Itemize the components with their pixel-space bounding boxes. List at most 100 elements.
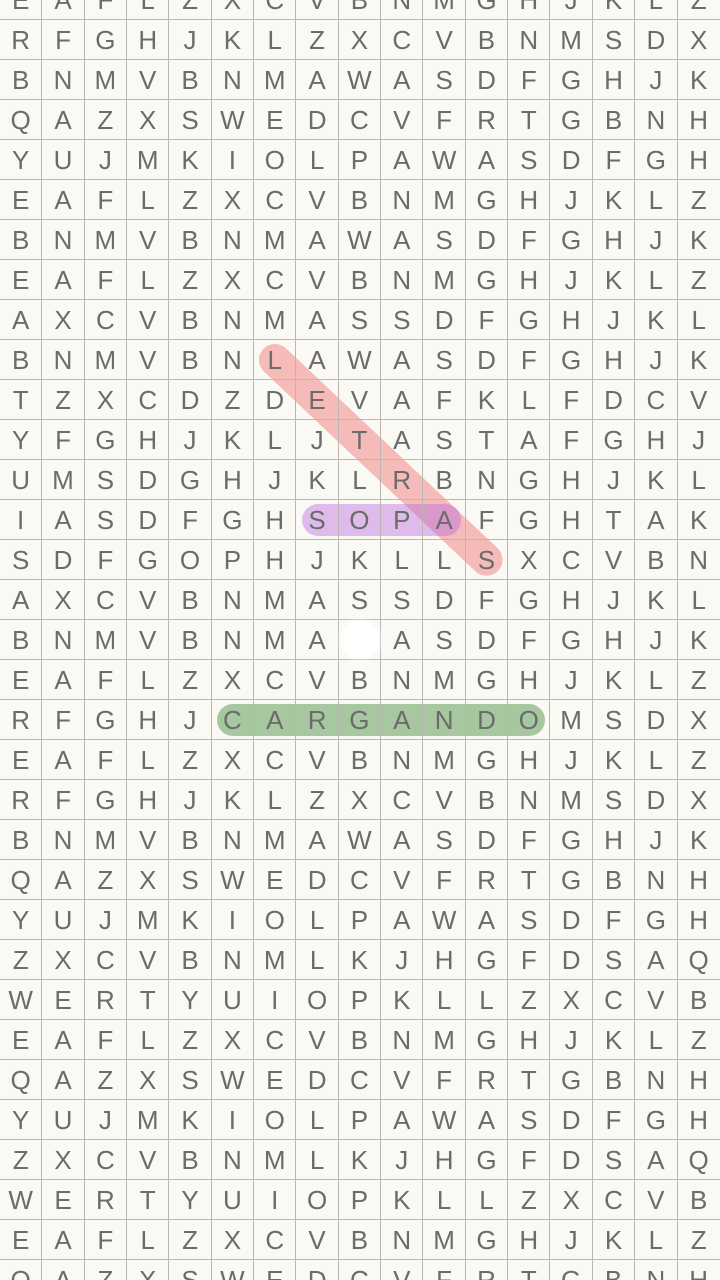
letter-cell[interactable]: X (211, 660, 255, 700)
word-search-board[interactable]: EAFLZXCVBNMGHJKLZRFGHJKLZXCVBNMSDXBNMVBN… (0, 0, 720, 1280)
letter-cell[interactable]: C (84, 940, 128, 980)
letter-cell[interactable]: F (508, 60, 551, 100)
letter-cell[interactable]: D (127, 500, 170, 540)
letter-cell[interactable]: A (0, 300, 43, 340)
letter-cell[interactable]: L (677, 460, 720, 500)
letter-cell[interactable]: H (508, 740, 551, 780)
letter-cell[interactable]: N (465, 460, 509, 500)
letter-cell[interactable]: A (42, 1220, 85, 1260)
letter-cell[interactable]: E (42, 980, 85, 1020)
letter-cell[interactable]: M (550, 700, 593, 740)
letter-cell[interactable]: N (211, 220, 255, 260)
letter-cell[interactable]: S (84, 500, 128, 540)
letter-cell[interactable]: H (254, 540, 297, 580)
letter-cell[interactable]: L (465, 1180, 509, 1220)
letter-cell[interactable]: A (381, 140, 424, 180)
letter-cell[interactable]: N (42, 60, 85, 100)
letter-cell[interactable]: G (635, 1100, 678, 1140)
letter-cell[interactable]: V (635, 1180, 678, 1220)
letter-cell[interactable]: K (592, 740, 636, 780)
letter-cell[interactable]: F (465, 580, 509, 620)
letter-cell[interactable]: G (465, 180, 509, 220)
letter-cell[interactable]: K (211, 780, 255, 820)
letter-cell[interactable]: H (127, 20, 170, 60)
letter-cell[interactable]: C (254, 1020, 297, 1060)
letter-cell[interactable]: M (423, 180, 466, 220)
letter-cell[interactable]: H (550, 500, 593, 540)
letter-cell[interactable]: F (423, 100, 466, 140)
letter-cell[interactable]: G (550, 340, 593, 380)
letter-cell[interactable]: C (254, 740, 297, 780)
letter-cell[interactable]: F (465, 500, 509, 540)
letter-cell[interactable]: B (169, 220, 212, 260)
letter-cell[interactable]: I (254, 1180, 297, 1220)
letter-cell[interactable]: A (296, 300, 339, 340)
letter-cell[interactable]: F (423, 380, 466, 420)
letter-cell[interactable]: Q (677, 940, 720, 980)
letter-cell[interactable]: G (635, 900, 678, 940)
letter-cell[interactable]: B (0, 220, 43, 260)
letter-cell[interactable]: X (42, 940, 85, 980)
letter-cell[interactable]: Z (677, 1220, 720, 1260)
letter-cell[interactable]: F (592, 140, 636, 180)
letter-cell[interactable]: Q (677, 1140, 720, 1180)
letter-cell[interactable]: J (635, 340, 678, 380)
letter-cell[interactable]: L (635, 1220, 678, 1260)
letter-cell[interactable]: M (42, 460, 85, 500)
letter-cell[interactable]: C (635, 380, 678, 420)
letter-cell[interactable]: K (677, 220, 720, 260)
letter-cell[interactable]: H (211, 460, 255, 500)
letter-cell[interactable]: Z (169, 1020, 212, 1060)
letter-cell[interactable]: N (423, 700, 466, 740)
letter-cell[interactable]: L (465, 980, 509, 1020)
letter-cell[interactable]: A (381, 700, 424, 740)
letter-cell[interactable]: E (254, 100, 297, 140)
letter-cell[interactable]: K (677, 820, 720, 860)
letter-cell[interactable]: H (550, 580, 593, 620)
letter-cell[interactable]: E (0, 1220, 43, 1260)
letter-cell[interactable]: O (296, 980, 339, 1020)
letter-cell[interactable]: J (550, 660, 593, 700)
letter-cell[interactable]: Z (169, 1220, 212, 1260)
letter-cell[interactable]: B (592, 860, 636, 900)
letter-cell[interactable]: S (338, 580, 382, 620)
letter-cell[interactable]: R (381, 460, 424, 500)
letter-cell[interactable]: I (211, 1100, 255, 1140)
letter-cell[interactable]: A (381, 60, 424, 100)
letter-cell[interactable]: M (423, 660, 466, 700)
letter-cell[interactable]: L (635, 660, 678, 700)
letter-cell[interactable]: V (296, 180, 339, 220)
letter-cell[interactable]: D (465, 340, 509, 380)
letter-cell[interactable]: C (127, 380, 170, 420)
letter-cell[interactable]: F (508, 820, 551, 860)
letter-cell[interactable]: H (677, 140, 720, 180)
letter-cell[interactable]: J (550, 0, 593, 20)
letter-cell[interactable]: F (508, 940, 551, 980)
letter-cell[interactable]: K (635, 460, 678, 500)
letter-cell[interactable]: N (381, 0, 424, 20)
letter-cell[interactable]: N (381, 180, 424, 220)
letter-cell[interactable]: J (381, 1140, 424, 1180)
letter-cell[interactable]: J (84, 900, 128, 940)
letter-cell[interactable]: V (635, 980, 678, 1020)
letter-cell[interactable]: S (423, 60, 466, 100)
letter-cell[interactable]: D (169, 380, 212, 420)
letter-cell[interactable]: L (296, 140, 339, 180)
letter-cell[interactable]: F (550, 380, 593, 420)
letter-cell[interactable]: N (381, 1020, 424, 1060)
letter-cell[interactable]: V (127, 1140, 170, 1180)
letter-cell[interactable]: X (211, 740, 255, 780)
letter-cell[interactable]: M (423, 0, 466, 20)
letter-cell[interactable]: N (211, 60, 255, 100)
letter-cell[interactable]: A (42, 100, 85, 140)
letter-cell[interactable]: K (296, 460, 339, 500)
letter-cell[interactable]: B (338, 260, 382, 300)
letter-cell[interactable]: L (127, 180, 170, 220)
letter-cell[interactable]: J (635, 220, 678, 260)
letter-cell[interactable]: T (508, 1060, 551, 1100)
letter-cell[interactable]: H (592, 620, 636, 660)
letter-cell[interactable]: L (423, 540, 466, 580)
letter-cell[interactable]: H (677, 900, 720, 940)
letter-cell[interactable]: V (296, 1220, 339, 1260)
letter-cell[interactable]: W (338, 220, 382, 260)
